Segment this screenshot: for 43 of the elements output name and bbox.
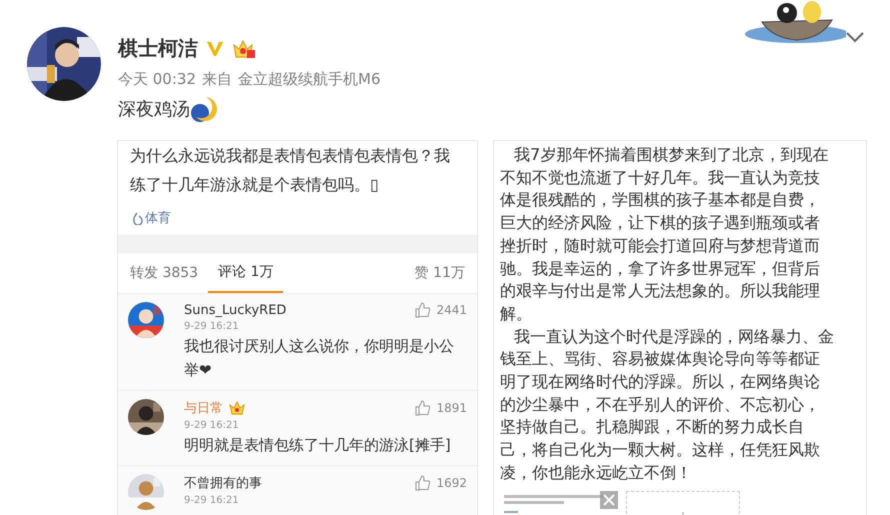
post-text: 深夜鸡汤 bbox=[118, 98, 190, 121]
source-link[interactable]: 金立超级续航手机M6 bbox=[238, 70, 380, 89]
article-line: 驰。我是幸运的，拿了许多世界冠军，但背后 bbox=[500, 258, 820, 280]
moon-icon bbox=[190, 95, 220, 123]
article-line: 的艰辛与付出是常人无法想象的。所以我能理 bbox=[500, 280, 820, 302]
crown-icon bbox=[229, 401, 245, 415]
article-line: 体是很残酷的，学围棋的孩子基本都是自费， bbox=[500, 189, 820, 212]
thumbs-up-icon[interactable] bbox=[415, 400, 432, 416]
article-line: 钱至上、骂街、容易被媒体舆论导向等等都证 bbox=[500, 348, 820, 370]
article-line: 我一直认为这个时代是浮躁的，网络暴力、金 bbox=[514, 326, 834, 348]
comment-date: 9-29 16:21 bbox=[184, 321, 240, 332]
author-name[interactable]: 棋士柯洁 bbox=[118, 35, 198, 62]
like-count: 2441 bbox=[436, 303, 467, 317]
post-time: 今天 00:32 bbox=[118, 70, 196, 89]
like-count: 1891 bbox=[436, 401, 467, 415]
close-icon[interactable] bbox=[600, 490, 618, 509]
article-line: 我7岁那年怀揣着围棋梦来到了北京，到现在 bbox=[514, 144, 828, 166]
article-line: 己，将自己化为一颗大树。这样，任凭狂风欺 bbox=[500, 439, 820, 462]
article-line: 凌，你也能永远屹立不倒！ bbox=[500, 462, 692, 484]
comment-text: 明明就是表情包练了十几年的游泳[摊手] bbox=[184, 436, 451, 454]
article-line: 坚持做自己。扎稳脚跟，不断的努力成长自 bbox=[500, 416, 804, 438]
thumbs-up-icon[interactable] bbox=[415, 302, 432, 318]
article-line: 解。 bbox=[500, 302, 532, 325]
thumbs-up-icon[interactable] bbox=[415, 475, 432, 491]
weibo-text: 为什么永远说我都是表情包表情包表情包？我练了十几年游泳就是个表情包吗。▯ bbox=[130, 146, 450, 194]
article-line: 明了现在网络时代的浮躁。所以，在网络舆论 bbox=[500, 371, 820, 394]
commenter-name[interactable]: Suns_LuckyRED bbox=[184, 302, 286, 318]
article-line: 挫折时，随时就可能会打道回府与梦想背道而 bbox=[500, 234, 820, 257]
article-line: 巨大的经济风险，让下棋的孩子遇到瓶颈或者 bbox=[500, 212, 820, 234]
source-label: 来自 bbox=[202, 70, 232, 89]
article-line: 不知不觉也流逝了十好几年。我一直认为竞技 bbox=[500, 166, 820, 189]
comment-date: 9-29 16:21 bbox=[184, 495, 240, 506]
comment-date: 9-29 16:21 bbox=[184, 420, 240, 431]
chevron-down-icon[interactable] bbox=[845, 30, 865, 44]
topic-tag[interactable]: 体育 bbox=[145, 209, 171, 227]
like-count: 1692 bbox=[436, 476, 467, 490]
commenter-name[interactable]: 与日常 bbox=[184, 399, 223, 417]
commenter-name[interactable]: 不曾拥有的事 bbox=[184, 474, 262, 492]
tab[interactable]: 转发 3853 bbox=[130, 253, 208, 293]
crown-icon bbox=[232, 38, 256, 58]
comment-text: 我也很讨厌别人这么说你，你明明是小公举❤ bbox=[184, 337, 454, 379]
tab[interactable]: 赞 11万 bbox=[404, 253, 465, 293]
article-line: 的沙尘暴中，不在乎别人的评价、不忘初心， bbox=[500, 394, 820, 416]
